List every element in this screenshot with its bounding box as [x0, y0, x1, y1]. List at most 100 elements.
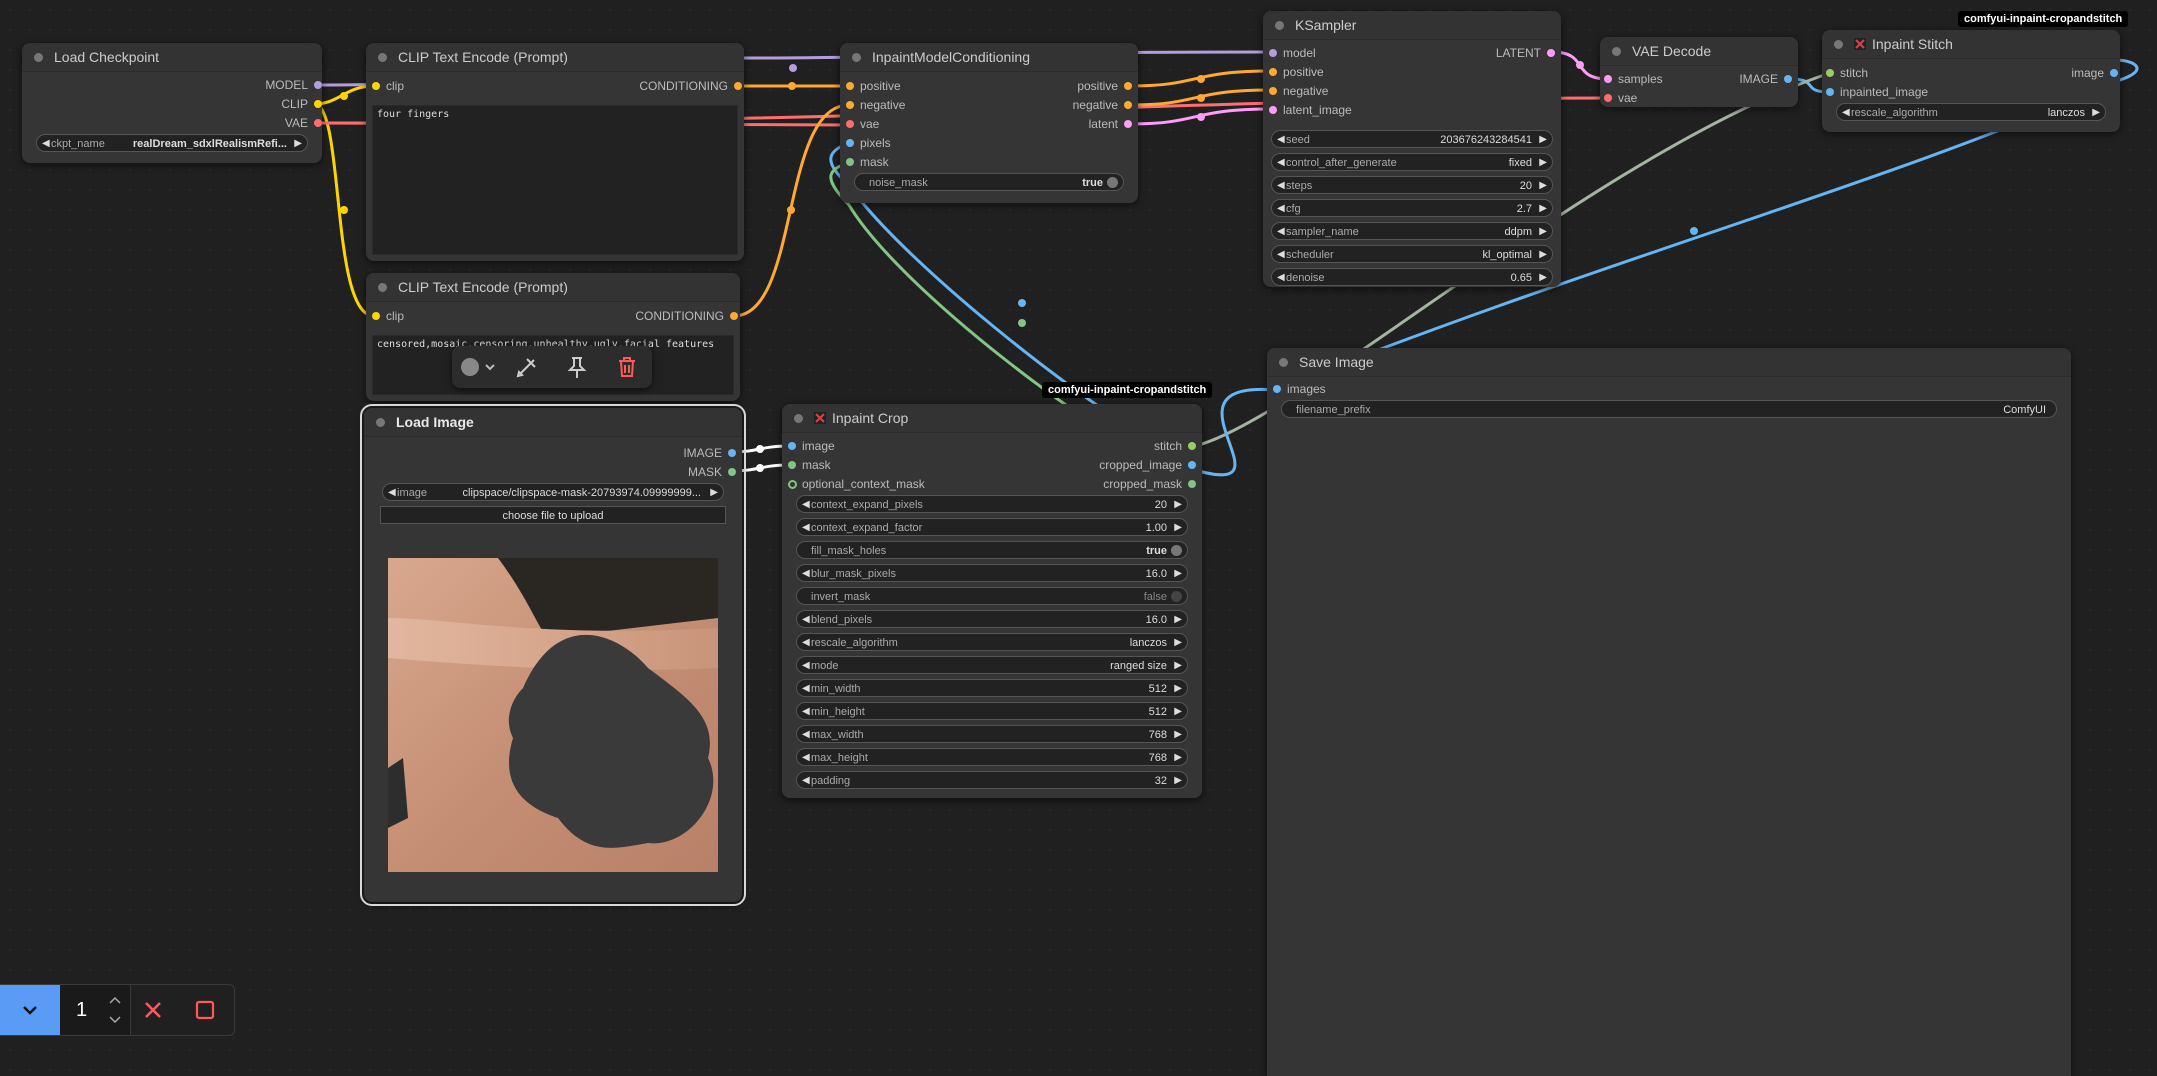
input-dot-icon[interactable]: [846, 82, 854, 90]
collapse-dot-icon[interactable]: [794, 413, 803, 423]
color-picker-button[interactable]: [458, 354, 498, 380]
widget-padding[interactable]: ◀ padding 32 ▶: [796, 771, 1188, 789]
output-dot-icon[interactable]: [314, 119, 322, 127]
output-dot-icon[interactable]: [314, 81, 322, 89]
widget-invert-mask[interactable]: invert_mask false: [796, 587, 1188, 605]
input-mask[interactable]: mask: [788, 456, 831, 474]
output-dot-icon[interactable]: [730, 312, 738, 320]
arrow-right-icon[interactable]: ▶: [1174, 565, 1182, 583]
output-image[interactable]: IMAGE: [683, 444, 736, 462]
output-vae[interactable]: VAE: [285, 114, 322, 132]
input-dot-icon[interactable]: [1604, 75, 1612, 83]
output-latent[interactable]: LATENT: [1496, 44, 1555, 62]
output-cropped-mask[interactable]: cropped_mask: [1103, 475, 1196, 493]
input-dot-icon[interactable]: [1826, 69, 1834, 77]
arrow-right-icon[interactable]: ▶: [294, 135, 302, 153]
input-dot-icon[interactable]: [1273, 385, 1281, 393]
arrow-right-icon[interactable]: ▶: [1174, 680, 1182, 698]
widget-context-expand-pixels[interactable]: ◀ context_expand_pixels 20 ▶: [796, 495, 1188, 513]
node-title[interactable]: VAE Decode: [1600, 37, 1798, 66]
input-dot-icon[interactable]: [788, 442, 796, 450]
widget-blur-mask-pixels[interactable]: ◀ blur_mask_pixels 16.0 ▶: [796, 564, 1188, 582]
input-dot-icon[interactable]: [788, 461, 796, 469]
arrow-right-icon[interactable]: ▶: [1174, 749, 1182, 767]
widget-control-after-generate[interactable]: ◀ control_after_generate fixed ▶: [1271, 153, 1553, 171]
output-stitch[interactable]: stitch: [1154, 437, 1196, 455]
arrow-left-icon[interactable]: ◀: [802, 634, 810, 652]
input-positive[interactable]: positive: [1269, 63, 1324, 81]
node-title[interactable]: Inpaint Stitch: [1822, 30, 2120, 59]
input-dot-icon[interactable]: [372, 82, 380, 90]
stop-button[interactable]: [192, 997, 218, 1023]
output-cropped-image[interactable]: cropped_image: [1099, 456, 1196, 474]
arrow-right-icon[interactable]: ▶: [1174, 496, 1182, 514]
arrow-left-icon[interactable]: ◀: [1277, 246, 1285, 264]
arrow-left-icon[interactable]: ◀: [802, 611, 810, 629]
node-load-image[interactable]: Load Image IMAGE MASK ◀ image clipspace/…: [360, 404, 746, 906]
input-optional-context-mask[interactable]: optional_context_mask: [788, 475, 925, 493]
output-dot-icon[interactable]: [1784, 75, 1792, 83]
input-dot-icon[interactable]: [846, 139, 854, 147]
arrow-right-icon[interactable]: ▶: [1174, 519, 1182, 537]
input-dot-icon[interactable]: [1269, 68, 1277, 76]
collapse-dot-icon[interactable]: [1612, 46, 1621, 56]
collapse-dot-icon[interactable]: [376, 417, 385, 427]
output-model[interactable]: MODEL: [265, 76, 322, 94]
arrow-left-icon[interactable]: ◀: [1277, 223, 1285, 241]
input-negative[interactable]: negative: [1269, 82, 1328, 100]
collapse-dot-icon[interactable]: [378, 52, 387, 62]
widget-cfg[interactable]: ◀ cfg 2.7 ▶: [1271, 199, 1553, 217]
widget-denoise[interactable]: ◀ denoise 0.65 ▶: [1271, 268, 1553, 286]
arrow-left-icon[interactable]: ◀: [802, 496, 810, 514]
arrow-left-icon[interactable]: ◀: [1277, 177, 1285, 195]
output-conditioning[interactable]: CONDITIONING: [639, 77, 742, 95]
node-inpaint-model-conditioning[interactable]: InpaintModelConditioning positive negati…: [840, 43, 1138, 203]
node-title[interactable]: Load Checkpoint: [22, 43, 322, 72]
widget-mode[interactable]: ◀ mode ranged size ▶: [796, 656, 1188, 674]
arrow-left-icon[interactable]: ◀: [802, 749, 810, 767]
collapse-dot-icon[interactable]: [1279, 357, 1288, 367]
collapse-dot-icon[interactable]: [34, 52, 43, 62]
collapse-dot-icon[interactable]: [378, 282, 387, 292]
arrow-right-icon[interactable]: ▶: [1174, 772, 1182, 790]
input-vae[interactable]: vae: [1604, 89, 1637, 107]
output-dot-icon[interactable]: [1124, 101, 1132, 109]
output-latent[interactable]: latent: [1089, 115, 1132, 133]
toggle-off-icon[interactable]: [1171, 591, 1182, 602]
input-dot-icon[interactable]: [846, 120, 854, 128]
arrow-left-icon[interactable]: ◀: [802, 565, 810, 583]
node-load-checkpoint[interactable]: Load Checkpoint MODEL CLIP VAE ◀ ckpt_na…: [22, 43, 322, 163]
rescale-algorithm-combo[interactable]: ◀ rescale_algorithm lanczos ▶: [1836, 103, 2106, 121]
arrow-left-icon[interactable]: ◀: [1277, 131, 1285, 149]
image-combo[interactable]: ◀ image clipspace/clipspace-mask-2079397…: [382, 483, 724, 501]
output-clip[interactable]: CLIP: [281, 95, 322, 113]
arrow-right-icon[interactable]: ▶: [1174, 703, 1182, 721]
widget-max-height[interactable]: ◀ max_height 768 ▶: [796, 748, 1188, 766]
input-latent-image[interactable]: latent_image: [1269, 101, 1352, 119]
widget-sampler-name[interactable]: ◀ sampler_name ddpm ▶: [1271, 222, 1553, 240]
widget-rescale-algorithm[interactable]: ◀ rescale_algorithm lanczos ▶: [796, 633, 1188, 651]
arrow-left-icon[interactable]: ◀: [802, 726, 810, 744]
widget-blend-pixels[interactable]: ◀ blend_pixels 16.0 ▶: [796, 610, 1188, 628]
input-mask[interactable]: mask: [846, 153, 889, 171]
arrow-right-icon[interactable]: ▶: [1539, 269, 1547, 287]
input-clip[interactable]: clip: [372, 77, 404, 95]
arrow-right-icon[interactable]: ▶: [1539, 177, 1547, 195]
collapse-dot-icon[interactable]: [1834, 39, 1843, 49]
widget-min-height[interactable]: ◀ min_height 512 ▶: [796, 702, 1188, 720]
delete-trash-icon[interactable]: [614, 354, 640, 380]
node-title[interactable]: KSampler: [1263, 11, 1561, 40]
node-title[interactable]: InpaintModelConditioning: [840, 43, 1138, 72]
widget-fill-mask-holes[interactable]: fill_mask_holes true: [796, 541, 1188, 559]
input-stitch[interactable]: stitch: [1826, 64, 1868, 82]
output-dot-icon[interactable]: [1547, 49, 1555, 57]
output-dot-icon[interactable]: [1188, 480, 1196, 488]
arrow-left-icon[interactable]: ◀: [388, 484, 396, 502]
arrow-right-icon[interactable]: ▶: [710, 484, 718, 502]
widget-seed[interactable]: ◀ seed 203676243284541 ▶: [1271, 130, 1553, 148]
stepper-arrows-icon[interactable]: [106, 993, 124, 1027]
prompt-textarea[interactable]: four fingers: [372, 105, 738, 255]
queue-dropdown-button[interactable]: [0, 985, 60, 1035]
toggle-on-icon[interactable]: [1171, 545, 1182, 556]
node-title[interactable]: Save Image: [1267, 348, 2071, 377]
